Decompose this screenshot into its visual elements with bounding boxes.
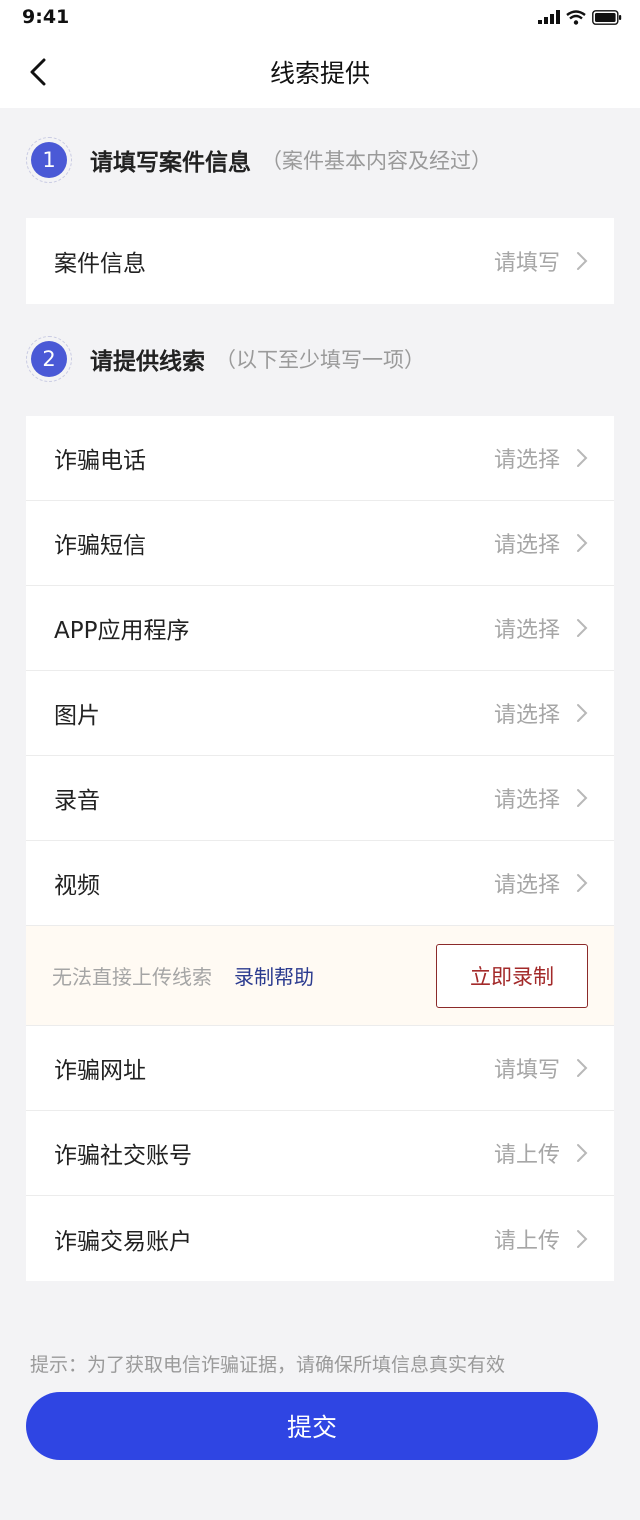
row-label: 图片 xyxy=(54,703,100,729)
row-value: 请选择 xyxy=(493,618,560,643)
row-label: 视频 xyxy=(54,873,100,899)
section-title: 请提供线索 xyxy=(90,349,205,375)
section-title: 请填写案件信息 xyxy=(90,150,251,176)
row-label: 诈骗网址 xyxy=(54,1058,146,1084)
chevron-right-icon xyxy=(577,1059,588,1077)
status-time: 9:41 xyxy=(22,6,70,28)
chevron-right-icon xyxy=(577,704,588,722)
row-right: 请上传 xyxy=(494,1137,588,1169)
row-value: 请上传 xyxy=(493,1143,560,1168)
row-right: 请填写 xyxy=(494,245,588,277)
chevron-right-icon xyxy=(577,534,588,552)
section-hint: （案件基本内容及经过） xyxy=(261,149,492,173)
clue-row-video[interactable]: 视频 请选择 xyxy=(26,841,614,926)
nav-bar: 线索提供 xyxy=(0,36,640,108)
row-right: 请选择 xyxy=(494,782,588,814)
row-right: 请选择 xyxy=(494,442,588,474)
record-help-row: 无法直接上传线索 录制帮助 立即录制 xyxy=(26,926,614,1026)
help-text: 无法直接上传线索 xyxy=(52,965,212,989)
clue-row-social-account[interactable]: 诈骗社交账号 请上传 xyxy=(26,1111,614,1196)
row-right: 请填写 xyxy=(494,1052,588,1084)
chevron-right-icon xyxy=(577,252,588,270)
row-label: 案件信息 xyxy=(54,251,146,277)
row-value: 请选择 xyxy=(493,703,560,728)
clues-card: 诈骗电话 请选择 诈骗短信 请选择 APP应用程序 请选择 图片 请选择 录音 … xyxy=(26,416,614,1281)
row-right: 请选择 xyxy=(494,527,588,559)
row-right: 请选择 xyxy=(494,867,588,899)
submit-button[interactable]: 提交 xyxy=(26,1392,598,1460)
row-label: 录音 xyxy=(54,788,100,814)
wifi-icon xyxy=(566,9,586,25)
row-label: 诈骗电话 xyxy=(54,448,146,474)
status-bar: 9:41 xyxy=(0,0,640,36)
clue-row-trade-account[interactable]: 诈骗交易账户 请上传 xyxy=(26,1196,614,1281)
row-right: 请上传 xyxy=(494,1223,588,1255)
row-value: 请选择 xyxy=(493,788,560,813)
section-header-clues: 2 请提供线索 （以下至少填写一项） xyxy=(26,335,425,383)
tip-text: 提示：为了获取电信诈骗证据，请确保所填信息真实有效 xyxy=(30,1354,506,1376)
clue-row-audio[interactable]: 录音 请选择 xyxy=(26,756,614,841)
row-value: 请选择 xyxy=(493,533,560,558)
row-label: 诈骗短信 xyxy=(54,533,146,559)
record-now-button[interactable]: 立即录制 xyxy=(436,943,588,1008)
section-hint: （以下至少填写一项） xyxy=(215,348,425,372)
chevron-right-icon xyxy=(577,619,588,637)
step-number: 1 xyxy=(31,142,67,178)
signal-icon xyxy=(538,10,560,24)
clue-row-app[interactable]: APP应用程序 请选择 xyxy=(26,586,614,671)
row-value: 请选择 xyxy=(493,448,560,473)
clue-row-image[interactable]: 图片 请选择 xyxy=(26,671,614,756)
battery-icon xyxy=(592,9,622,25)
row-value: 请选择 xyxy=(493,873,560,898)
status-icons xyxy=(538,9,622,25)
row-label: APP应用程序 xyxy=(54,618,190,644)
row-right: 请选择 xyxy=(494,612,588,644)
step-badge: 1 xyxy=(26,137,72,183)
chevron-right-icon xyxy=(577,1144,588,1162)
row-label: 诈骗社交账号 xyxy=(54,1143,192,1169)
clue-row-url[interactable]: 诈骗网址 请填写 xyxy=(26,1026,614,1111)
step-badge: 2 xyxy=(26,336,72,382)
row-label: 诈骗交易账户 xyxy=(54,1228,192,1255)
case-info-card: 案件信息 请填写 xyxy=(26,218,614,304)
chevron-right-icon xyxy=(577,874,588,892)
clue-row-phone[interactable]: 诈骗电话 请选择 xyxy=(26,416,614,501)
row-right: 请选择 xyxy=(494,697,588,729)
chevron-right-icon xyxy=(577,1229,588,1248)
section-header-case: 1 请填写案件信息 （案件基本内容及经过） xyxy=(26,136,492,184)
record-help-link[interactable]: 录制帮助 xyxy=(234,961,314,990)
row-value: 请填写 xyxy=(493,251,560,276)
row-value: 请填写 xyxy=(493,1058,560,1083)
case-info-row[interactable]: 案件信息 请填写 xyxy=(26,218,614,304)
chevron-right-icon xyxy=(577,789,588,807)
chevron-right-icon xyxy=(577,449,588,467)
clue-row-sms[interactable]: 诈骗短信 请选择 xyxy=(26,501,614,586)
row-value: 请上传 xyxy=(493,1228,560,1254)
step-number: 2 xyxy=(31,341,67,377)
page-title: 线索提供 xyxy=(269,59,370,88)
